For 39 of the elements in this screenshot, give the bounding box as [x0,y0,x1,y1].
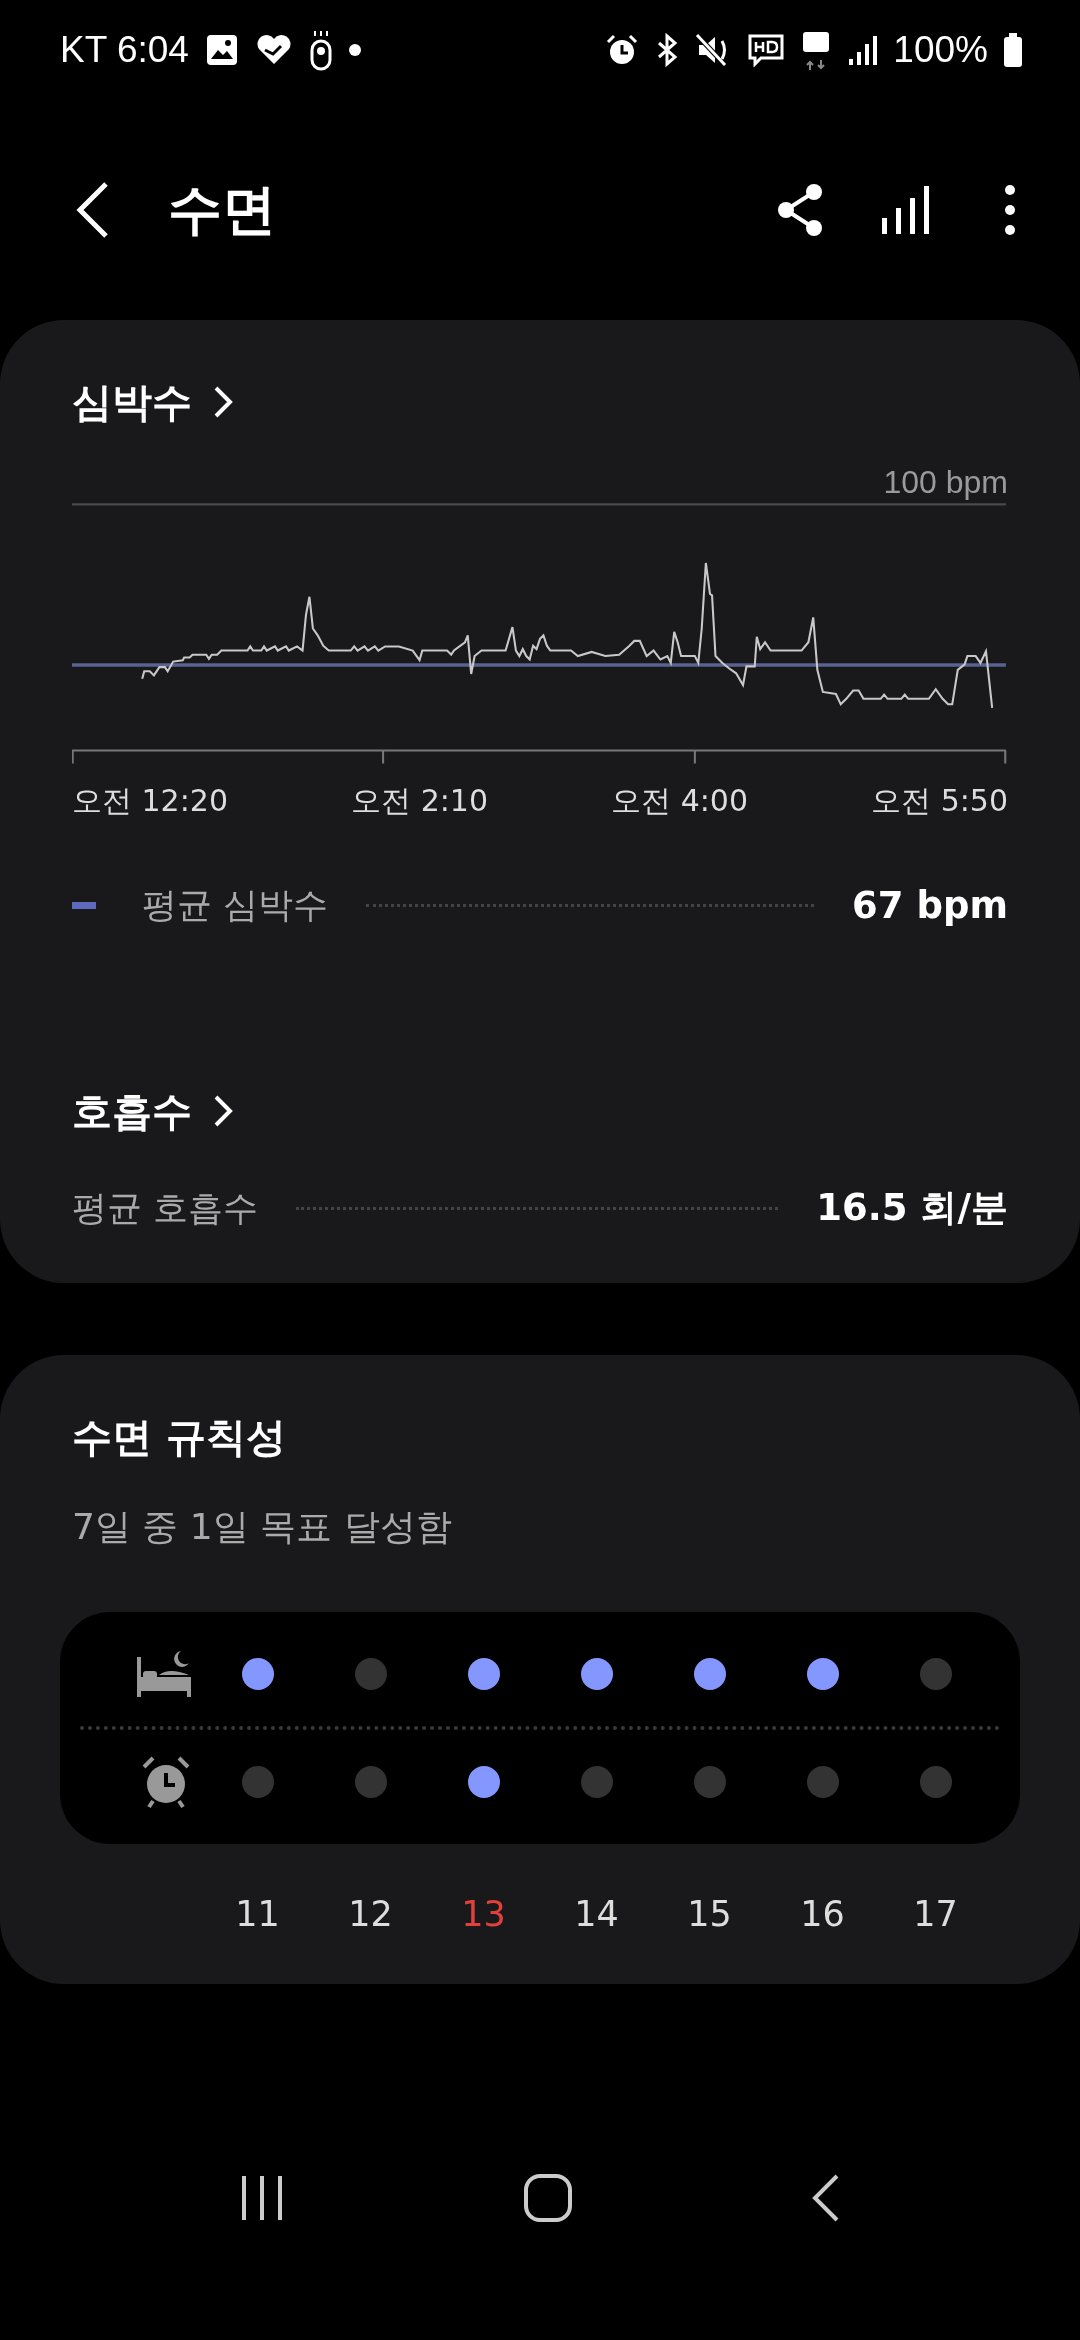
day-label: 12 [348,1894,393,1934]
time-label: 오전 4:00 [611,782,748,820]
average-value: 67 bpm [852,884,1008,927]
average-label: 평균 호흡수 [72,1186,259,1230]
bluetooth-icon [655,33,680,67]
section-title: 수면 규칙성 [72,1412,286,1462]
tracker-icon [308,29,333,71]
section-title[interactable]: 심박수 [72,374,192,430]
signal-icon [847,33,878,67]
time-label: 오전 12:20 [72,782,228,820]
day-label: 11 [235,1894,280,1934]
recent-apps-button[interactable] [239,2174,285,2222]
summary-text: 7일 중 1일 목표 달성함 [72,1506,452,1547]
bed-icon [135,1649,193,1699]
legend-swatch [72,902,96,909]
battery-level: 100% [893,29,988,71]
day-label: 15 [687,1894,732,1934]
chevron-icon[interactable] [212,1094,234,1128]
time-label: 오전 5:50 [871,782,1008,820]
battery-icon [1004,33,1022,67]
home-button[interactable] [523,2173,573,2223]
back-button[interactable] [811,2173,841,2223]
average-value: 16.5 회/분 [816,1185,1008,1231]
average-label: 평균 심박수 [142,884,329,927]
status-time: KT 6:04 [60,29,189,71]
day-label: 13 [461,1894,506,1934]
time-label: 오전 2:10 [351,782,488,820]
day-label: 17 [913,1894,958,1934]
section-title[interactable]: 호흡수 [72,1083,192,1139]
alarm-icon [605,33,640,67]
axis-label: 100 bpm [883,464,1008,500]
gallery-icon [204,33,239,67]
hd-voice-icon [747,33,786,67]
day-label: 16 [800,1894,845,1934]
page-title: 수면 [168,176,277,243]
heart-icon [254,34,293,66]
chevron-icon[interactable] [212,385,234,419]
day-label: 14 [574,1894,619,1934]
notification-dot-icon [348,44,361,56]
